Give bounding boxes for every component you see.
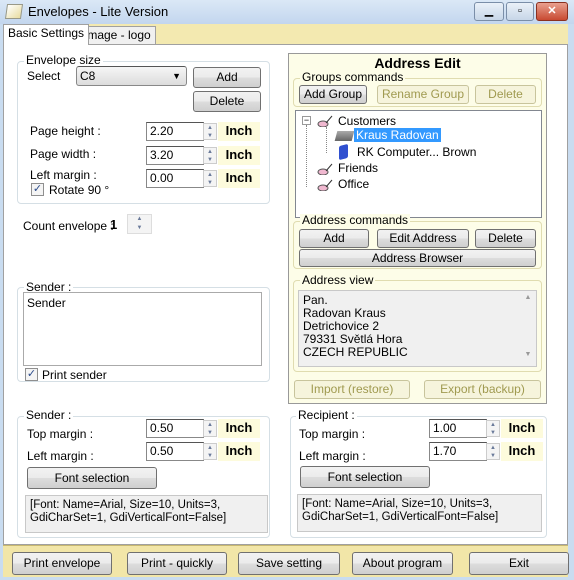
left-margin-spinner[interactable]: ▲ ▼ [203,170,217,187]
page-height-label: Page height : [30,124,101,138]
address-view-text: Pan. Radovan Kraus Detrichovice 2 79331 … [298,290,537,367]
count-envelope-label: Count envelope : [23,219,114,233]
selected-value: C8 [80,69,96,83]
sender-text: Sender [27,296,66,310]
rotate-label: Rotate 90 ° [49,183,110,197]
sender-left-spinner[interactable]: ▲ ▼ [203,443,217,460]
page-width-spinner[interactable]: ▲ ▼ [203,147,217,164]
import-button[interactable]: Import (restore) [294,380,410,399]
exit-button[interactable]: Exit [469,552,569,575]
select-label: Select [27,69,61,83]
sender-left-unit: Inch [218,442,260,461]
scroll-up-icon[interactable]: ▲ [521,294,535,301]
page-height-unit: Inch [218,122,260,141]
chevron-down-icon: ▼ [172,71,181,81]
add-group-button[interactable]: Add Group [299,85,367,104]
page-height-spinner[interactable]: ▲ ▼ [203,123,217,140]
page-width-label: Page width : [30,147,97,161]
add-size-button[interactable]: Add [193,67,261,88]
tree-node-kraus-radovan[interactable]: Kraus Radovan [354,128,441,142]
recipient-left-unit: Inch [501,442,543,461]
page-width-input[interactable]: 3.20 [146,146,204,165]
count-spinner[interactable]: ▲ ▼ [127,214,152,234]
envelope-size-select[interactable]: C8 ▼ [76,66,187,86]
contact-card-icon [334,131,355,141]
recipient-top-margin-input[interactable]: 1.00 [429,419,487,438]
about-program-button[interactable]: About program [352,552,453,575]
recipient-top-margin-label: Top margin : [299,427,366,441]
sender-left-margin-input[interactable]: 0.50 [146,442,204,461]
rename-group-button[interactable]: Rename Group [377,85,469,104]
print-quickly-button[interactable]: Print - quickly [127,552,227,575]
tree-node-office[interactable]: Office [338,177,369,191]
group-icon [317,179,333,192]
recipient-left-margin-input[interactable]: 1.70 [429,442,487,461]
tab-basic-settings[interactable]: Basic Settings [3,24,90,45]
delete-size-button[interactable]: Delete [193,91,261,112]
tree-line [306,125,307,187]
tree-node-customers[interactable]: Customers [338,114,396,128]
recipient-left-margin-label: Left margin : [299,449,366,463]
minimize-button[interactable]: ▁ [474,2,504,21]
add-address-button[interactable]: Add [299,229,369,248]
recipient-top-spinner[interactable]: ▲ ▼ [486,420,500,437]
address-browser-button[interactable]: Address Browser [299,249,536,267]
recipient-top-unit: Inch [501,419,543,438]
recipient-margins-legend: Recipient : [296,408,357,422]
sender-margins-legend: Sender : [24,408,74,422]
recipient-font-selection-button[interactable]: Font selection [300,466,430,488]
groups-commands-legend: Groups commands [300,70,406,84]
print-sender-label: Print sender [42,368,107,382]
maximize-button[interactable]: ▫ [506,2,534,21]
sender-font-selection-button[interactable]: Font selection [27,467,157,489]
page-height-input[interactable]: 2.20 [146,122,204,141]
scroll-down-icon[interactable]: ▼ [521,351,535,358]
left-margin-label: Left margin : [30,168,97,182]
sender-top-margin-label: Top margin : [27,427,94,441]
tree-line [326,127,327,153]
edit-address-button[interactable]: Edit Address [377,229,469,248]
address-commands-legend: Address commands [300,213,411,227]
left-margin-unit: Inch [218,169,260,188]
group-icon [317,163,333,176]
export-button[interactable]: Export (backup) [424,380,541,399]
tab-image-logo[interactable]: Image - logo [79,26,156,45]
collapse-toggle[interactable]: − [302,116,311,125]
company-icon [339,143,348,161]
tree-node-friends[interactable]: Friends [338,161,378,175]
sender-textarea[interactable]: Sender [23,292,262,366]
tree-node-rk-computer[interactable]: RK Computer... Brown [357,145,476,159]
sender-top-unit: Inch [218,419,260,438]
address-view-scrollbar[interactable]: ▲ ▼ [521,294,535,364]
sender-font-info: [Font: Name=Arial, Size=10, Units=3, Gdi… [25,495,268,533]
print-envelope-button[interactable]: Print envelope [12,552,112,575]
app-icon [4,4,24,19]
group-icon [317,115,333,128]
delete-group-button[interactable]: Delete [475,85,536,104]
address-view-legend: Address view [300,273,376,287]
window-title: Envelopes - Lite Version [28,4,169,19]
close-button[interactable]: ✕ [536,2,568,21]
save-setting-button[interactable]: Save setting [238,552,340,575]
count-envelope-value: 1 [110,217,118,232]
sender-top-spinner[interactable]: ▲ ▼ [203,420,217,437]
sender-top-margin-input[interactable]: 0.50 [146,419,204,438]
recipient-left-spinner[interactable]: ▲ ▼ [486,443,500,460]
rotate-checkbox[interactable]: ✓ [31,183,44,196]
recipient-font-info: [Font: Name=Arial, Size=10, Units=3, Gdi… [297,494,542,532]
print-sender-checkbox[interactable]: ✓ [25,368,38,381]
delete-address-button[interactable]: Delete [475,229,536,248]
left-margin-input[interactable]: 0.00 [146,169,204,188]
page-width-unit: Inch [218,146,260,165]
address-line: CZECH REPUBLIC [303,345,408,359]
sender-left-margin-label: Left margin : [27,449,94,463]
address-edit-title: Address Edit [374,55,461,71]
